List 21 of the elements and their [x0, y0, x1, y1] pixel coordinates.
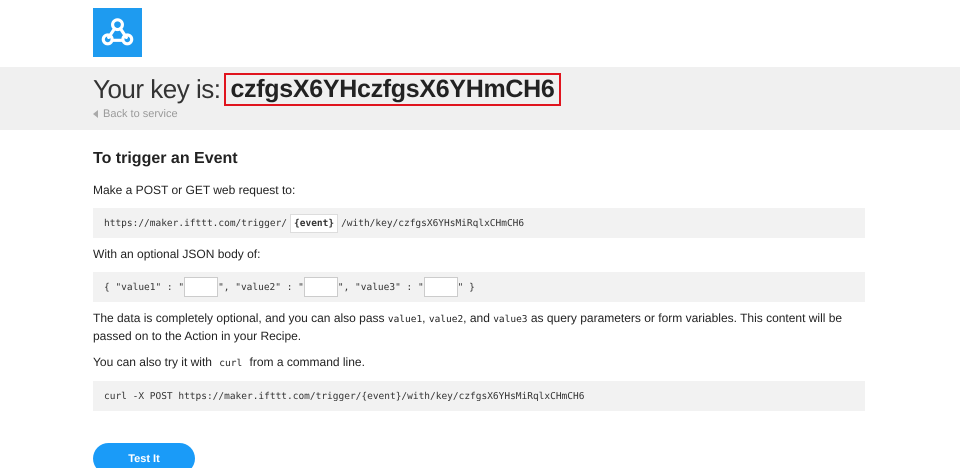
event-field[interactable]: {event}: [290, 214, 338, 232]
value-input-field[interactable]: [424, 277, 458, 297]
api-key: czfgsX6YHczfgsX6YHmCH6: [224, 73, 561, 106]
value-input-field[interactable]: [184, 277, 218, 297]
curl-intro: You can also try it with curl from a command line.: [93, 354, 366, 371]
curl-command: curl -X POST https://maker.ifttt.com/trigger/{event}/with/key/czfgsX6YHsMiRqlxCHmCH6: [104, 390, 584, 402]
url-suffix: /with/key/czfgsX6YHsMiRqlxCHmCH6: [341, 218, 524, 228]
json-text: " }: [458, 282, 475, 292]
key-label: Your key is:: [93, 74, 220, 105]
test-it-button[interactable]: Test It: [93, 443, 195, 468]
url-prefix: https://maker.ifttt.com/trigger/: [104, 218, 288, 228]
json-text: ", "value3" : ": [338, 282, 424, 292]
json-text: ", "value2" : ": [218, 282, 304, 292]
request-intro: Make a POST or GET web request to:: [93, 182, 296, 199]
body-intro: With an optional JSON body of:: [93, 246, 262, 263]
json-text: { "value1" : ": [104, 282, 184, 292]
back-link[interactable]: Back to service: [93, 108, 867, 120]
value-input-field[interactable]: [304, 277, 338, 297]
webhooks-logo-icon: [93, 8, 142, 57]
note-paragraph: The data is completely optional, and you can also pass value1, value2, and value3 as query parameters or form variables. This content will be passed on to the Action in your Recipe.: [93, 310, 844, 345]
section-title: To trigger an Event: [93, 150, 239, 168]
